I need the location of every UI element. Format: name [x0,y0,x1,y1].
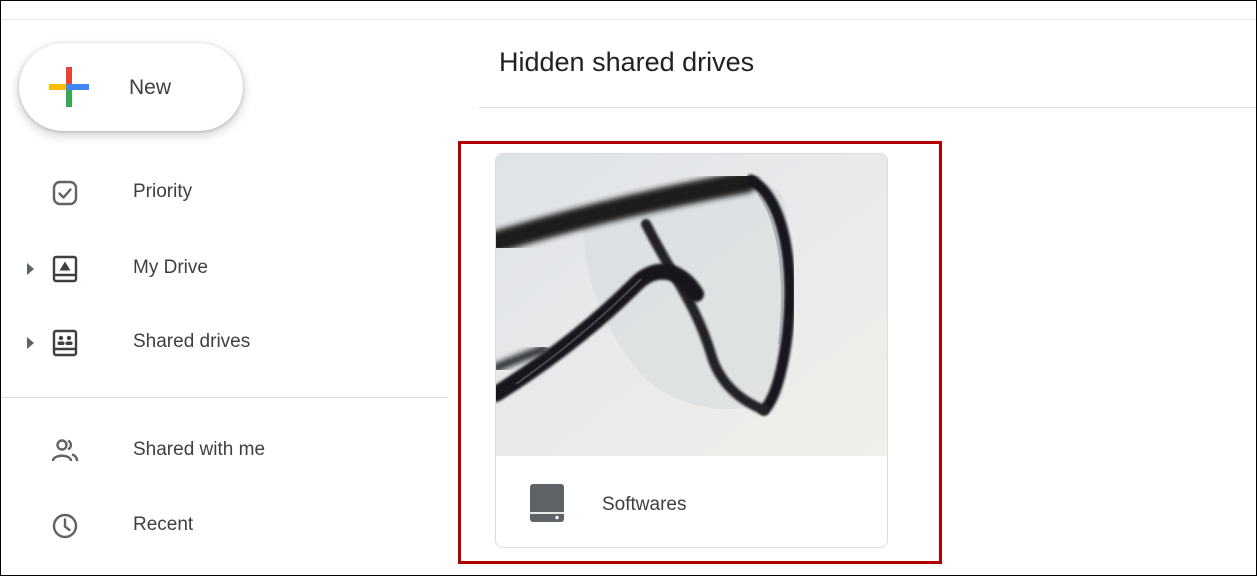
my-drive-icon [52,255,78,283]
sidebar-item-shared-with-me[interactable]: Shared with me [1,423,441,479]
shared-drives-icon [52,329,78,357]
sidebar-divider [1,397,448,398]
sidebar-item-label: Priority [133,181,193,202]
clock-icon [52,513,78,539]
expand-arrow-icon[interactable] [27,337,34,349]
people-icon [51,439,79,462]
plus-icon [49,67,89,107]
sidebar-item-my-drive[interactable]: My Drive [1,241,441,297]
top-divider [1,19,1256,20]
drive-card[interactable]: Softwares [495,153,888,548]
sidebar-item-label: My Drive [133,257,208,278]
sidebar-item-shared-drives[interactable]: Shared drives [1,315,441,371]
expand-arrow-icon[interactable] [27,263,34,275]
drive-window: New Priority My Drive Shared drives Shar… [0,0,1257,576]
drive-card-footer: Softwares [496,456,887,547]
sidebar-item-label: Recent [133,514,194,535]
page-title: Hidden shared drives [499,47,755,77]
drive-thumbnail-image [496,154,887,456]
drive-name: Softwares [602,494,687,515]
new-button-label: New [129,76,172,99]
priority-check-icon [52,180,78,206]
sidebar-item-priority[interactable]: Priority [1,165,441,221]
sidebar-item-label: Shared with me [133,439,266,460]
shared-drive-icon [530,484,564,522]
new-button[interactable]: New [19,43,243,131]
sidebar-item-recent[interactable]: Recent [1,498,441,554]
sidebar-item-label: Shared drives [133,331,251,352]
header-divider [479,107,1256,108]
